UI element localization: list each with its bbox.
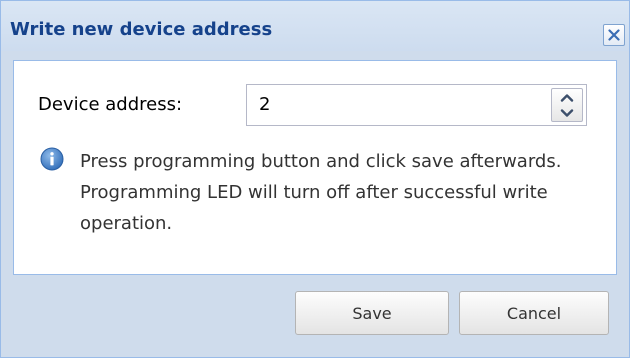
close-icon [608,29,620,41]
device-address-input[interactable]: 2 [259,94,270,115]
dialog-title: Write new device address [10,19,273,40]
spinner-buttons [551,88,583,122]
info-icon [40,147,64,171]
dialog-titlebar[interactable]: Write new device address [1,1,629,51]
save-button[interactable]: Save [295,291,449,335]
chevron-down-icon [560,108,574,117]
spinner-up-button[interactable] [552,89,582,105]
spinner-down-button[interactable] [552,105,582,121]
cancel-button[interactable]: Cancel [459,291,609,335]
dialog-footer: Save Cancel [1,275,629,357]
write-address-dialog: Write new device address Device address:… [0,0,630,358]
device-address-label: Device address: [38,94,183,115]
chevron-up-icon [560,93,574,102]
info-message: Press programming button and click save … [80,151,562,234]
dialog-body: Device address: 2 Press programming butt… [13,60,617,275]
device-address-spinner[interactable]: 2 [246,84,587,126]
close-button[interactable] [603,24,625,46]
